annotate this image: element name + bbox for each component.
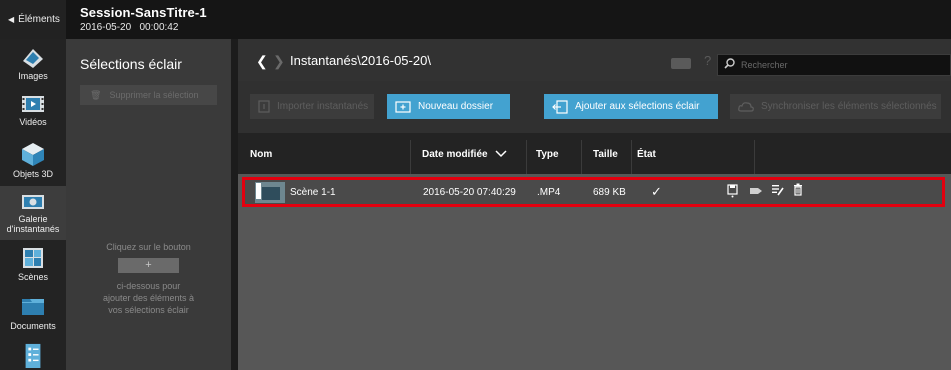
session-info: Session-SansTitre-1 2016-05-20 00:00:42 [80, 5, 207, 33]
session-title: Session-SansTitre-1 [80, 5, 207, 20]
new-folder-icon [395, 100, 411, 113]
session-datetime: 2016-05-20 00:00:42 [80, 22, 207, 33]
col-header-size[interactable]: Taille [593, 149, 618, 160]
col-separator [581, 140, 582, 174]
sync-icon [738, 101, 754, 113]
row-name: Scène 1-1 [290, 187, 336, 198]
nav-item-videos[interactable]: Vidéos [0, 93, 66, 137]
checklist-icon [25, 343, 41, 368]
scenes-icon [23, 248, 43, 268]
snapshot-gallery-icon [22, 195, 44, 209]
images-icon [23, 49, 43, 68]
table-row[interactable]: Scène 1-1 2016-05-20 07:40:29 .MP4 689 K… [242, 177, 945, 207]
nav-label-3d-objects: Objets 3D [12, 169, 54, 179]
add-flash-item-button[interactable]: + [118, 258, 179, 273]
send-icon[interactable] [749, 185, 763, 199]
col-separator [631, 140, 632, 174]
keyboard-icon[interactable] [671, 58, 691, 69]
nav-item-snapshot-gallery[interactable]: Galerie d'instantanés [0, 186, 66, 240]
import-snapshots-button[interactable]: Importer instantanés [250, 94, 374, 119]
new-folder-button[interactable]: Nouveau dossier [387, 94, 510, 119]
back-arrow-icon: ◀ [8, 15, 15, 24]
help-icon[interactable]: ? [704, 53, 711, 68]
sync-selected-button[interactable]: Synchroniser les éléments sélectionnés [730, 94, 941, 119]
col-header-date-label: Date modifiée [422, 149, 488, 160]
documents-icon [22, 299, 44, 315]
nav-item-checklist[interactable] [0, 343, 66, 370]
col-separator [754, 140, 755, 174]
back-label: Éléments [18, 14, 60, 25]
trash-icon: 🗑 [90, 89, 102, 100]
new-folder-label: Nouveau dossier [418, 101, 494, 112]
files-table: Nom Date modifiée Type Taille État Scène… [238, 133, 951, 370]
col-separator [410, 140, 411, 174]
col-separator [526, 140, 527, 174]
search-box[interactable] [717, 54, 951, 76]
flash-hint-line-2: ajouter des éléments à [102, 293, 195, 303]
session-time: 00:00:42 [139, 22, 179, 33]
delete-selection-label: Supprimer la sélection [109, 90, 199, 100]
nav-back-icon[interactable]: ❮ [256, 53, 268, 70]
delete-selection-button[interactable]: 🗑 Supprimer la sélection [80, 85, 217, 105]
nav-item-documents[interactable]: Documents [0, 295, 66, 337]
import-icon [258, 100, 270, 113]
main-content: ❮ ❯ Instantanés\2016-05-20\ ? Importer i… [238, 39, 951, 370]
nav-label-images: Images [18, 71, 48, 81]
delete-icon[interactable] [793, 183, 803, 199]
flash-hint-line-3: vos sélections éclair [108, 305, 189, 315]
table-header: Nom Date modifiée Type Taille État [238, 133, 951, 174]
nav-item-3d-objects[interactable]: Objets 3D [0, 139, 66, 187]
add-to-flash-button[interactable]: Ajouter aux sélections éclair [544, 94, 718, 119]
sync-selected-label: Synchroniser les éléments sélectionnés [761, 101, 937, 112]
row-date: 2016-05-20 07:40:29 [423, 187, 516, 198]
save-icon[interactable] [727, 184, 738, 201]
row-state-check-icon: ✓ [651, 184, 662, 199]
row-size: 689 KB [593, 187, 626, 198]
col-header-type[interactable]: Type [536, 149, 559, 160]
top-bar: ◀ Éléments Session-SansTitre-1 2016-05-2… [0, 0, 951, 39]
videos-icon [22, 96, 44, 112]
col-header-name[interactable]: Nom [250, 149, 272, 160]
current-path: Instantanés\2016-05-20\ [290, 53, 431, 68]
flash-selection-panel: Sélections éclair 🗑 Supprimer la sélecti… [66, 39, 231, 370]
nav-item-scenes[interactable]: Scènes [0, 246, 66, 288]
add-to-flash-icon [552, 99, 568, 114]
flash-panel-title: Sélections éclair [80, 56, 182, 72]
action-bar: Importer instantanés Nouveau dossier Ajo… [238, 81, 951, 133]
edit-icon[interactable] [771, 184, 784, 199]
flash-hint-bottom: ci-dessous pour ajouter des éléments à v… [66, 280, 231, 316]
flash-hint-top: Cliquez sur le bouton [106, 242, 191, 252]
add-to-flash-label: Ajouter aux sélections éclair [575, 101, 700, 112]
nav-label-scenes: Scènes [17, 272, 49, 282]
path-bar: ❮ ❯ Instantanés\2016-05-20\ ? [238, 39, 951, 81]
back-to-elements-button[interactable]: ◀ Éléments [0, 0, 66, 39]
col-header-date[interactable]: Date modifiée [422, 149, 507, 160]
video-thumbnail [255, 182, 285, 203]
nav-label-videos: Vidéos [19, 117, 47, 127]
nav-label-snapshot-gallery: Galerie d'instantanés [6, 214, 60, 234]
session-date: 2016-05-20 [80, 22, 132, 33]
left-nav: Images Vidéos Objets 3D Galerie d'instan… [0, 39, 66, 370]
search-input[interactable] [741, 60, 921, 70]
nav-label-documents: Documents [10, 321, 56, 331]
col-header-state[interactable]: État [637, 149, 656, 160]
flash-hint-line-1: ci-dessous pour [116, 281, 181, 291]
nav-item-images[interactable]: Images [0, 47, 66, 87]
3d-objects-icon [22, 143, 44, 166]
row-type: .MP4 [537, 187, 561, 198]
nav-forward-icon[interactable]: ❯ [273, 53, 285, 70]
search-icon [724, 58, 735, 72]
import-snapshots-label: Importer instantanés [277, 101, 369, 112]
sort-chevron-icon [495, 150, 507, 158]
